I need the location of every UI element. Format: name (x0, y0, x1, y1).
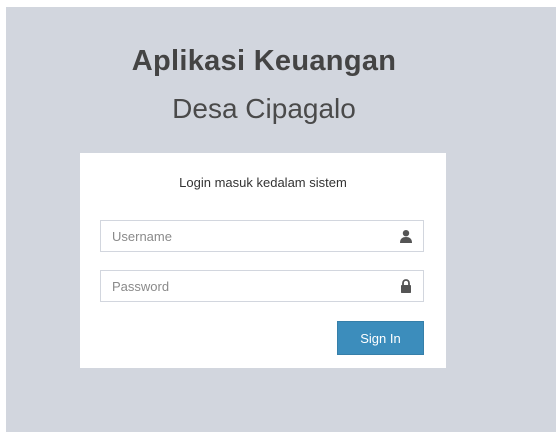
password-field[interactable] (100, 270, 424, 302)
username-field[interactable] (100, 220, 424, 252)
username-input[interactable] (101, 221, 391, 251)
user-icon (400, 230, 412, 243)
sign-in-button[interactable]: Sign In (337, 321, 424, 355)
login-logo: Aplikasi Keuangan Desa Cipagalo (0, 44, 528, 126)
password-input[interactable] (101, 271, 391, 301)
login-message: Login masuk kedalam sistem (179, 175, 347, 190)
lock-icon (401, 279, 411, 293)
app-subtitle: Desa Cipagalo (172, 93, 356, 124)
login-box: Login masuk kedalam sistem Sign In (80, 153, 446, 368)
app-title: Aplikasi Keuangan (131, 45, 397, 77)
